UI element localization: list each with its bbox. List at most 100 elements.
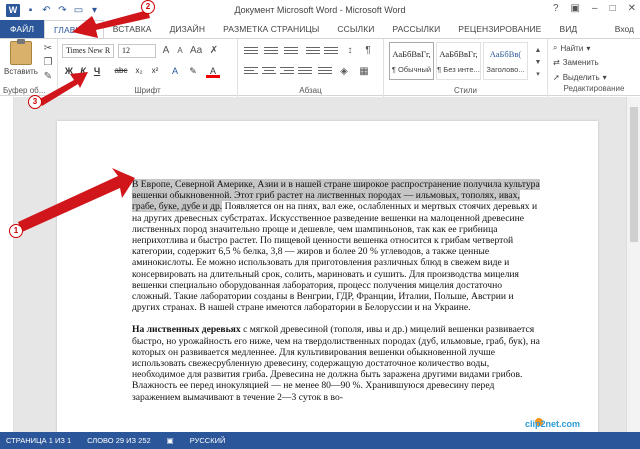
italic-button[interactable]: К (77, 64, 89, 78)
sort-icon[interactable]: ↕ (344, 45, 356, 57)
select-label: Выделить (562, 73, 600, 82)
tab-insert[interactable]: ВСТАВКА (104, 20, 161, 38)
format-painter-icon[interactable]: ✎ (42, 71, 54, 83)
proofing-icon[interactable]: ▣ (167, 432, 174, 449)
shrink-font-icon[interactable]: A (174, 45, 186, 57)
paste-button[interactable]: Вставить (4, 39, 38, 76)
tab-view[interactable]: ВИД (550, 20, 586, 38)
callout-1: 1 (9, 224, 23, 238)
grow-font-icon[interactable]: A (160, 45, 172, 57)
paragraph-group-label: Абзац (299, 86, 322, 95)
highlight-color-icon[interactable]: ✎ (186, 64, 200, 78)
styles-scroll-up-icon[interactable]: ▲ (532, 45, 544, 57)
replace-icon: ⇄ (553, 58, 560, 67)
justify-icon[interactable] (298, 65, 312, 77)
styles-group: АаБбВвГг, ¶ Обычный АаБбВвГг, ¶ Без инте… (384, 39, 548, 97)
minimize-button[interactable]: – (592, 3, 598, 14)
multilevel-list-icon[interactable] (284, 45, 298, 57)
document-body[interactable]: В Европе, Северной Америке, Азии и в наш… (132, 179, 542, 414)
window-controls: ? ▣ – □ ✕ (553, 3, 636, 14)
style-no-spacing[interactable]: АаБбВвГг, ¶ Без инте... (436, 42, 481, 80)
line-spacing-icon[interactable] (318, 65, 332, 77)
paragraph-text[interactable]: с мягкой древесиной (тополя, ивы и др.) … (132, 324, 540, 402)
language-indicator[interactable]: РУССКИЙ (190, 432, 226, 449)
tab-home[interactable]: ГЛАВНАЯ (44, 20, 104, 38)
subscript-button[interactable]: x₂ (132, 64, 146, 78)
paragraph-1[interactable]: В Европе, Северной Америке, Азии и в наш… (132, 179, 542, 313)
copy-icon[interactable]: ❐ (42, 57, 54, 69)
help-icon[interactable]: ? (553, 3, 559, 14)
close-button[interactable]: ✕ (628, 3, 636, 14)
page-count[interactable]: СТРАНИЦА 1 ИЗ 1 (6, 432, 71, 449)
bold-text[interactable]: На лиственных деревьях (132, 324, 241, 335)
font-group: Times New R 12 A A Aa ✗ Ж К Ч abc x₂ x² … (58, 39, 238, 97)
ribbon-display-icon[interactable]: ▣ (571, 3, 580, 14)
font-group-label: Шрифт (134, 86, 161, 95)
decrease-indent-icon[interactable] (306, 45, 320, 57)
style-name: ¶ Без инте... (437, 65, 480, 74)
style-normal[interactable]: АаБбВвГг, ¶ Обычный (389, 42, 434, 80)
cut-icon[interactable]: ✂ (42, 43, 54, 55)
bold-button[interactable]: Ж (63, 64, 75, 78)
select-icon: ➚ (553, 73, 560, 82)
tab-design[interactable]: ДИЗАЙН (161, 20, 215, 38)
paragraph-text[interactable]: Появляется он на пнях, вал еже, ослаблен… (132, 201, 537, 313)
clipboard-icon (10, 39, 32, 65)
shading-icon[interactable]: ◈ (338, 66, 350, 78)
strikethrough-button[interactable]: abc (112, 64, 130, 78)
word-count[interactable]: СЛОВО 29 ИЗ 252 (87, 432, 151, 449)
align-right-icon[interactable] (280, 65, 294, 77)
replace-button[interactable]: ⇄ Заменить (553, 58, 599, 67)
borders-icon[interactable]: ▦ (358, 66, 370, 78)
search-icon: ⌕ (553, 43, 558, 52)
style-preview: АаБбВвГг, (392, 49, 431, 59)
editing-group-label: Редактирование (563, 84, 625, 93)
select-button[interactable]: ➚ Выделить ▾ (553, 73, 607, 82)
clipboard-group: Вставить ✂ ❐ ✎ Буфер об... (0, 39, 58, 97)
styles-scroll-down-icon[interactable]: ▼ (532, 57, 544, 69)
change-case-icon[interactable]: Aa (190, 45, 202, 57)
status-bar: СТРАНИЦА 1 ИЗ 1 СЛОВО 29 ИЗ 252 ▣ РУССКИ… (0, 432, 640, 449)
sign-in-link[interactable]: Вход (615, 20, 640, 38)
styles-more-icon[interactable]: ▾ (532, 69, 544, 81)
paragraph-2[interactable]: На лиственных деревьях с мягкой древесин… (132, 324, 542, 402)
bullets-icon[interactable] (244, 45, 258, 57)
tab-page-layout[interactable]: РАЗМЕТКА СТРАНИЦЫ (214, 20, 328, 38)
style-preview: АаБбВвГг, (439, 49, 478, 59)
font-color-icon[interactable]: A (206, 64, 220, 78)
text-effects-icon[interactable]: A (168, 64, 182, 78)
align-left-icon[interactable] (244, 65, 258, 77)
vertical-scrollbar[interactable] (626, 97, 640, 432)
tab-mailings[interactable]: РАССЫЛКИ (383, 20, 449, 38)
vertical-ruler (0, 97, 14, 432)
find-button[interactable]: ⌕ Найти ▾ (553, 43, 590, 53)
paragraph-group: ↕ ¶ ◈ ▦ Абзац (238, 39, 384, 97)
show-marks-icon[interactable]: ¶ (362, 45, 374, 57)
align-center-icon[interactable] (262, 65, 276, 77)
style-heading-1[interactable]: АаБбВв( Заголово... (483, 42, 528, 80)
chevron-down-icon: ▾ (586, 43, 591, 53)
superscript-button[interactable]: x² (148, 64, 162, 78)
ribbon-tabs: ФАЙЛ ГЛАВНАЯ ВСТАВКА ДИЗАЙН РАЗМЕТКА СТР… (0, 20, 640, 38)
watermark: clip2net.com (524, 419, 580, 429)
window-title: Документ Microsoft Word - Microsoft Word (234, 5, 406, 15)
tab-review[interactable]: РЕЦЕНЗИРОВАНИЕ (449, 20, 550, 38)
scrollbar-thumb[interactable] (630, 107, 638, 242)
clear-formatting-icon[interactable]: ✗ (208, 45, 220, 57)
numbering-icon[interactable] (264, 45, 278, 57)
font-name-box[interactable]: Times New R (62, 44, 114, 58)
tab-file[interactable]: ФАЙЛ (0, 20, 45, 38)
maximize-button[interactable]: □ (610, 3, 616, 14)
style-preview: АаБбВв( (489, 49, 522, 59)
font-size-box[interactable]: 12 (118, 44, 156, 58)
style-name: Заголово... (486, 65, 525, 74)
callout-2: 2 (141, 0, 155, 14)
tab-references[interactable]: ССЫЛКИ (328, 20, 383, 38)
clipboard-group-label: Буфер об... (3, 86, 46, 95)
replace-label: Заменить (562, 58, 599, 67)
paste-label: Вставить (4, 67, 38, 76)
chevron-down-icon: ▾ (602, 73, 607, 82)
increase-indent-icon[interactable] (324, 45, 338, 57)
underline-button[interactable]: Ч (91, 64, 103, 78)
ribbon: Вставить ✂ ❐ ✎ Буфер об... Times New R 1… (0, 38, 640, 97)
